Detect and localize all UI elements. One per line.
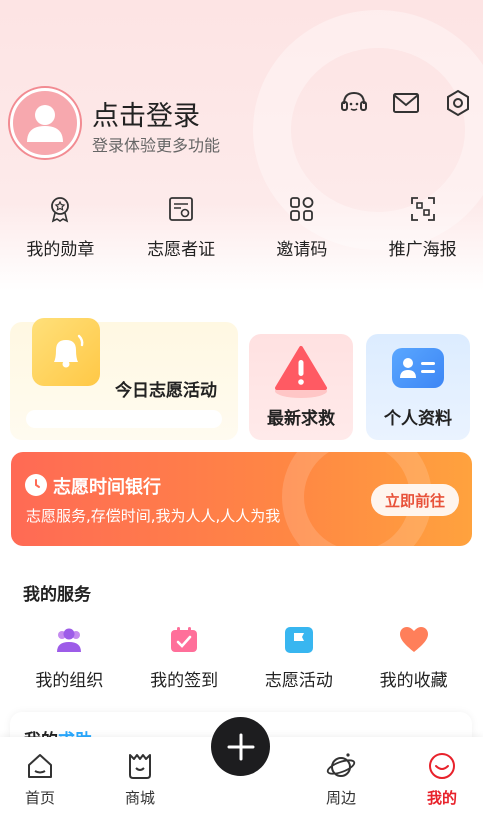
service-my-organization[interactable]: 我的组织 bbox=[12, 626, 127, 691]
go-now-button[interactable]: 立即前往 bbox=[371, 484, 459, 516]
poster-scan-icon bbox=[410, 197, 435, 221]
quick-link-invite-code[interactable]: 邀请码 bbox=[242, 195, 363, 260]
tab-nearby[interactable]: 周边 bbox=[306, 751, 376, 808]
latest-help-card[interactable]: 最新求救 bbox=[249, 334, 353, 440]
id-card-icon bbox=[392, 348, 444, 388]
flag-icon bbox=[284, 627, 313, 653]
medal-icon bbox=[51, 197, 70, 223]
today-activity-label: 今日志愿活动 bbox=[115, 381, 217, 401]
latest-help-label: 最新求救 bbox=[267, 409, 335, 429]
personal-info-label: 个人资料 bbox=[384, 409, 452, 429]
activity-card-bar bbox=[26, 410, 222, 428]
mail-icon[interactable] bbox=[391, 88, 421, 118]
group-icon bbox=[57, 628, 82, 652]
settings-icon[interactable] bbox=[443, 88, 473, 118]
services-title: 我的服务 bbox=[23, 585, 91, 605]
service-my-favorites[interactable]: 我的收藏 bbox=[356, 626, 471, 691]
service-label: 我的收藏 bbox=[379, 671, 448, 691]
tab-label: 周边 bbox=[325, 789, 356, 807]
avatar[interactable] bbox=[10, 88, 80, 158]
tab-home[interactable]: 首页 bbox=[5, 751, 75, 808]
service-volunteer-activity[interactable]: 志愿活动 bbox=[242, 626, 357, 691]
tab-mine[interactable]: 我的 bbox=[407, 751, 477, 808]
plus-icon bbox=[227, 733, 254, 760]
shop-icon bbox=[129, 754, 151, 779]
login-title[interactable]: 点击登录 bbox=[92, 94, 200, 133]
header-actions bbox=[339, 88, 473, 118]
quick-link-poster[interactable]: 推广海报 bbox=[362, 195, 483, 260]
certificate-icon bbox=[169, 197, 194, 221]
alert-icon bbox=[275, 346, 327, 398]
tab-label: 我的 bbox=[426, 789, 457, 807]
services-grid: 我的组织 我的签到 志愿活动 我的收藏 bbox=[0, 626, 483, 691]
time-bank-title: 志愿时间银行 bbox=[53, 477, 161, 498]
invite-code-icon bbox=[289, 197, 314, 221]
tab-label: 商城 bbox=[124, 789, 155, 807]
quick-link-label: 推广海报 bbox=[388, 240, 457, 260]
quick-link-certificate[interactable]: 志愿者证 bbox=[121, 195, 242, 260]
smile-icon bbox=[429, 753, 455, 779]
home-icon bbox=[28, 754, 52, 778]
time-bank-subtitle: 志愿服务,存偿时间,我为人人,人人为我 bbox=[26, 507, 281, 525]
heart-icon bbox=[399, 627, 428, 652]
quick-links: 我的勋章 志愿者证 邀请码 推广海报 bbox=[0, 195, 483, 260]
service-label: 志愿活动 bbox=[264, 671, 333, 691]
planet-icon bbox=[326, 753, 356, 777]
time-bank-banner[interactable]: 志愿时间银行 志愿服务,存偿时间,我为人人,人人为我 立即前往 bbox=[11, 452, 472, 546]
profile-page: 点击登录 登录体验更多功能 我的勋章 志愿者证 邀请码 推广海报 今日志愿活动 … bbox=[0, 0, 483, 835]
personal-info-card[interactable]: 个人资料 bbox=[366, 334, 470, 440]
clock-icon bbox=[25, 474, 47, 496]
tab-label: 首页 bbox=[24, 789, 55, 807]
quick-link-label: 邀请码 bbox=[276, 240, 328, 260]
quick-link-label: 志愿者证 bbox=[147, 240, 216, 260]
publish-plus-button[interactable] bbox=[211, 717, 270, 776]
user-silhouette-icon bbox=[27, 105, 63, 142]
quick-link-medals[interactable]: 我的勋章 bbox=[0, 195, 121, 260]
service-label: 我的组织 bbox=[35, 671, 104, 691]
customer-service-icon[interactable] bbox=[339, 88, 369, 118]
service-label: 我的签到 bbox=[150, 671, 219, 691]
bell-icon bbox=[32, 318, 100, 386]
quick-link-label: 我的勋章 bbox=[26, 240, 95, 260]
checkin-icon bbox=[171, 627, 198, 652]
tab-shop[interactable]: 商城 bbox=[105, 751, 175, 808]
service-my-checkin[interactable]: 我的签到 bbox=[127, 626, 242, 691]
login-subtitle: 登录体验更多功能 bbox=[92, 136, 221, 155]
today-activity-card[interactable]: 今日志愿活动 bbox=[10, 318, 238, 440]
